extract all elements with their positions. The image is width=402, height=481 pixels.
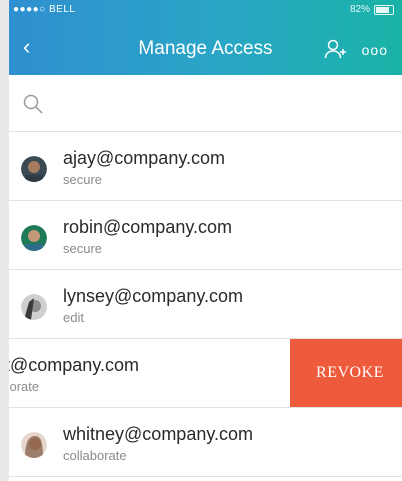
user-email: ajay@company.com bbox=[63, 148, 225, 168]
user-role: secure bbox=[63, 241, 103, 256]
battery-status: 82% bbox=[350, 4, 394, 15]
list-item[interactable]: nt@company.com aborate REVOKE bbox=[9, 339, 402, 408]
user-role: collaborate bbox=[63, 448, 127, 463]
avatar bbox=[21, 156, 47, 182]
battery-percent: 82% bbox=[349, 4, 370, 15]
user-email: lynsey@company.com bbox=[63, 286, 243, 306]
search-icon bbox=[23, 94, 43, 114]
more-options-button[interactable]: ooo bbox=[362, 42, 388, 58]
user-email: whitney@company.com bbox=[63, 424, 254, 444]
avatar bbox=[21, 225, 47, 251]
user-role: edit bbox=[63, 310, 84, 325]
add-user-icon bbox=[324, 39, 346, 59]
nav-bar: ‹ Manage Access ooo bbox=[9, 26, 402, 72]
list-item[interactable]: robin@company.com secure bbox=[9, 201, 402, 270]
carrier-label: ●●●●○ BELL bbox=[13, 4, 76, 15]
status-bar: ●●●●○ BELL 82% bbox=[9, 0, 402, 22]
avatar bbox=[21, 432, 47, 458]
battery-icon bbox=[374, 4, 394, 15]
list-item[interactable]: ajay@company.com secure bbox=[9, 132, 402, 201]
search-bar bbox=[9, 75, 402, 132]
user-role: aborate bbox=[9, 379, 40, 394]
user-role: secure bbox=[63, 172, 103, 187]
avatar bbox=[21, 294, 47, 320]
phone-screen: ●●●●○ BELL 82% ‹ Manage Access ooo ajay@… bbox=[9, 0, 402, 481]
user-email: robin@company.com bbox=[63, 217, 233, 237]
revoke-button[interactable]: REVOKE bbox=[290, 339, 402, 407]
add-user-button[interactable] bbox=[324, 38, 348, 60]
list-item[interactable]: lynsey@company.com edit bbox=[9, 270, 402, 339]
user-email: nt@company.com bbox=[9, 355, 139, 375]
search-input[interactable] bbox=[53, 89, 377, 119]
list-item[interactable]: whitney@company.com collaborate bbox=[9, 408, 402, 477]
user-list: ajay@company.com secure robin@company.co… bbox=[9, 132, 402, 477]
header-bar: ●●●●○ BELL 82% ‹ Manage Access ooo bbox=[9, 0, 402, 75]
